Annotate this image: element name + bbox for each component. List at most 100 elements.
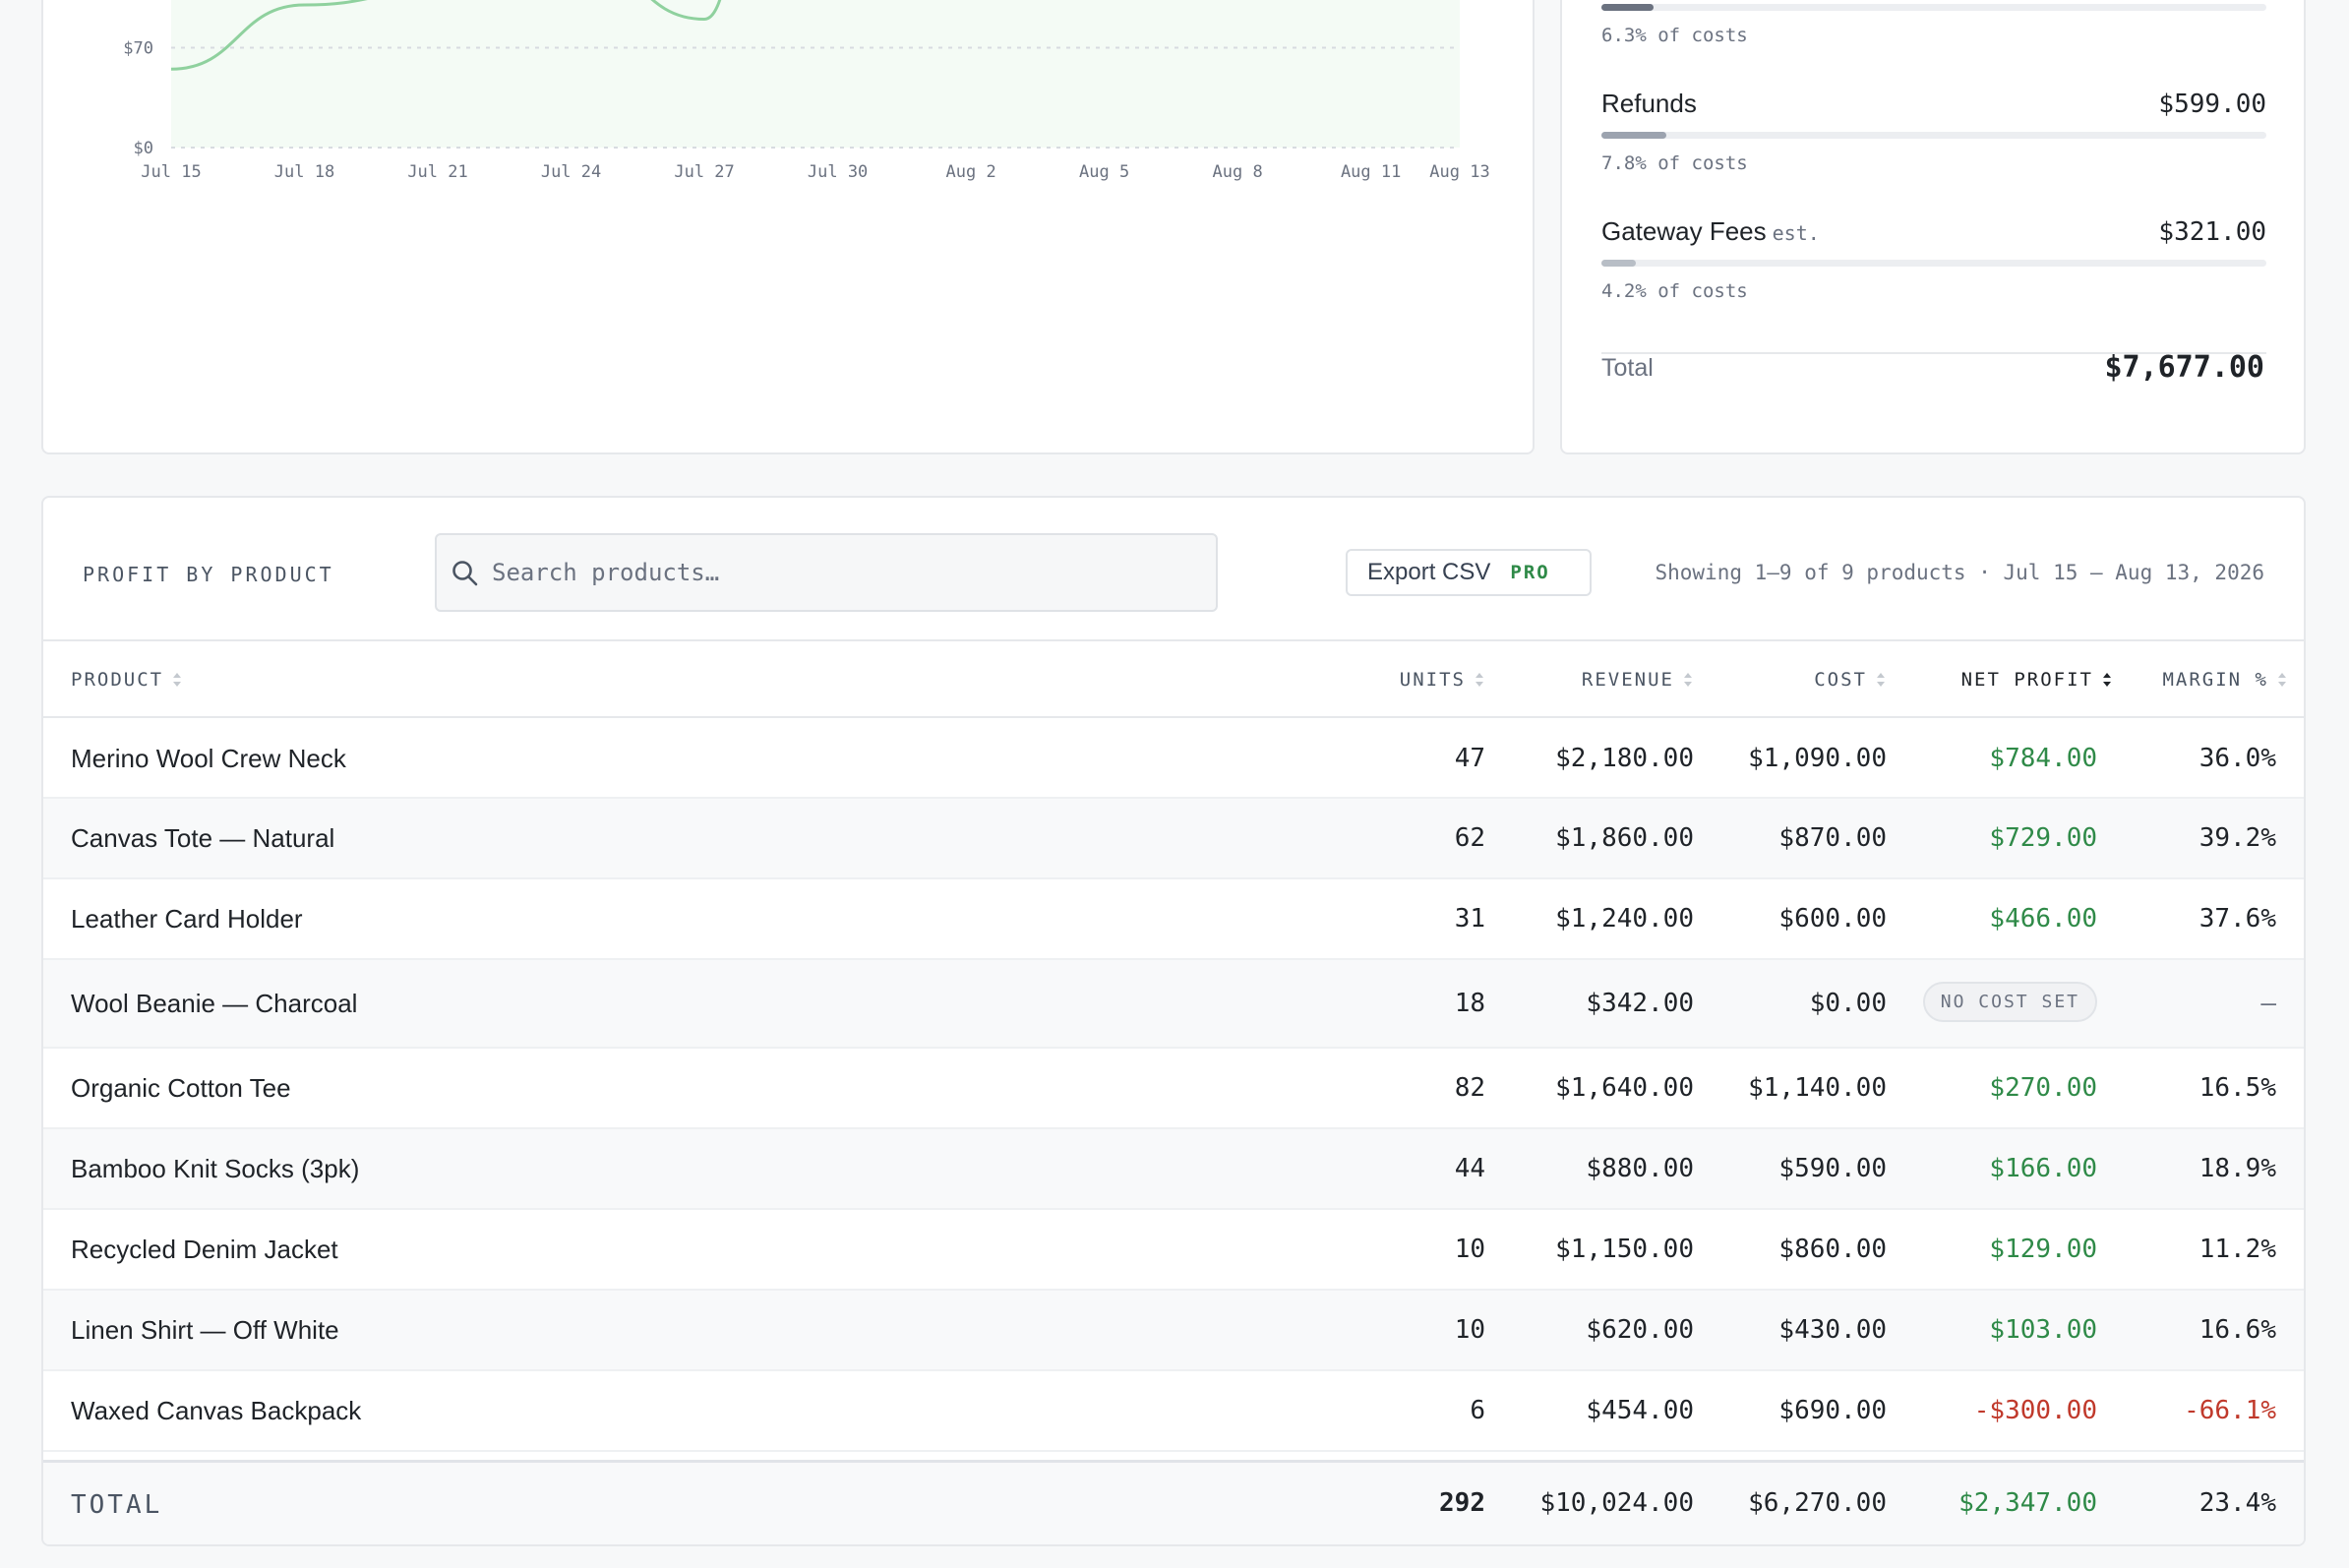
units-cell: 6 bbox=[1470, 1396, 1485, 1425]
export-csv-button[interactable]: Export CSV PRO bbox=[1346, 549, 1592, 596]
profit-by-product-card: PROFIT BY PRODUCT Export CSV PRO Showing… bbox=[41, 496, 2306, 1546]
revenue-cell: $1,640.00 bbox=[1555, 1073, 1694, 1103]
export-csv-label: Export CSV bbox=[1367, 559, 1491, 585]
net-profit-cell: $466.00 bbox=[1989, 904, 2097, 934]
net-profit-cell: $784.00 bbox=[1989, 744, 2097, 773]
net-profit-cell: $729.00 bbox=[1989, 823, 2097, 853]
units-cell: 82 bbox=[1454, 1073, 1485, 1103]
table-row[interactable]: Organic Cotton Tee 82 $1,640.00 $1,140.00 $2… bbox=[43, 1049, 2304, 1129]
margin-cell: 18.9% bbox=[2198, 1154, 2276, 1183]
cost-cell: $690.00 bbox=[1778, 1396, 1887, 1425]
units-cell: 10 bbox=[1454, 1235, 1485, 1264]
cost-percent: 7.8% of costs bbox=[1601, 152, 1748, 174]
margin-cell: -66.1% bbox=[2184, 1396, 2276, 1425]
x-tick-label: Jul 30 bbox=[808, 162, 868, 182]
x-tick-label: Jul 21 bbox=[407, 162, 467, 182]
column-label: REVENUE bbox=[1581, 669, 1674, 691]
table-row[interactable]: Wool Beanie — Charcoal 18 $342.00 $0.00 NO C… bbox=[43, 960, 2304, 1049]
cost-amount: $321.00 bbox=[2158, 217, 2266, 247]
cost-name: Refunds bbox=[1601, 89, 1697, 118]
cost-amount: $599.00 bbox=[2158, 90, 2266, 119]
revenue-cell: $1,150.00 bbox=[1555, 1235, 1694, 1264]
sort-icon bbox=[173, 673, 182, 687]
net-profit-cell: -$300.00 bbox=[1973, 1396, 2097, 1425]
cost-cell: $0.00 bbox=[1809, 989, 1887, 1018]
cost-cell: $1,140.00 bbox=[1748, 1073, 1887, 1103]
cost-item-partial: 6.3% of costs bbox=[1601, 4, 2266, 46]
table-row[interactable]: Waxed Canvas Backpack 6 $454.00 $690.00 -$30… bbox=[43, 1371, 2304, 1452]
total-cost: $6,270.00 bbox=[1748, 1488, 1887, 1518]
units-cell: 10 bbox=[1454, 1315, 1485, 1345]
revenue-cell: $2,180.00 bbox=[1555, 744, 1694, 773]
table-total-row: TOTAL 292 $10,024.00 $6,270.00 $2,347.00… bbox=[43, 1460, 2304, 1544]
total-margin: 23.4% bbox=[2198, 1488, 2276, 1518]
column-header-revenue[interactable]: REVENUE bbox=[1582, 669, 1694, 691]
net-profit-cell: $103.00 bbox=[1989, 1315, 2097, 1345]
x-tick-label: Aug 11 bbox=[1341, 162, 1401, 182]
product-name: Bamboo Knit Socks (3pk) bbox=[71, 1154, 360, 1183]
net-profit-cell: $166.00 bbox=[1989, 1154, 2097, 1183]
cost-cell: $590.00 bbox=[1778, 1154, 1887, 1183]
product-name: Organic Cotton Tee bbox=[71, 1073, 291, 1103]
cost-bar-track bbox=[1601, 260, 2266, 267]
table-row[interactable]: Merino Wool Crew Neck 47 $2,180.00 $1,090.0… bbox=[43, 720, 2304, 799]
search-input[interactable] bbox=[492, 549, 1200, 596]
column-header-cost[interactable]: COST bbox=[1814, 669, 1887, 691]
margin-cell: 37.6% bbox=[2198, 904, 2276, 934]
total-label: TOTAL bbox=[71, 1490, 163, 1520]
search-icon bbox=[452, 561, 478, 586]
costs-breakdown-card: 6.3% of costs Refunds $599.00 7.8% of co… bbox=[1560, 0, 2306, 454]
cost-cell: $430.00 bbox=[1778, 1315, 1887, 1345]
x-tick-label: Aug 8 bbox=[1213, 162, 1263, 182]
x-tick-label: Jul 18 bbox=[274, 162, 334, 182]
cost-bar-track bbox=[1601, 4, 2266, 11]
profit-chart-card: $140$70$0Jul 15Jul 18Jul 21Jul 24Jul 27J… bbox=[41, 0, 1535, 454]
cost-cell: $1,090.00 bbox=[1748, 744, 1887, 773]
cost-cell: $870.00 bbox=[1778, 823, 1887, 853]
margin-cell: 16.5% bbox=[2198, 1073, 2276, 1103]
table-row[interactable]: Leather Card Holder 31 $1,240.00 $600.00 $46… bbox=[43, 879, 2304, 960]
column-header-units[interactable]: UNITS bbox=[1400, 669, 1485, 691]
x-tick-label: Jul 24 bbox=[541, 162, 601, 182]
column-label: PRODUCT bbox=[71, 669, 164, 691]
no-cost-badge[interactable]: NO COST SET bbox=[1922, 982, 2097, 1022]
estimate-tag: est. bbox=[1772, 221, 1820, 245]
revenue-cell: $1,240.00 bbox=[1555, 904, 1694, 934]
x-tick-label: Aug 13 bbox=[1429, 162, 1489, 182]
y-tick-label: $70 bbox=[123, 39, 153, 59]
column-header-margin[interactable]: MARGIN % bbox=[2162, 669, 2288, 691]
revenue-cell: $1,860.00 bbox=[1555, 823, 1694, 853]
column-label: COST bbox=[1814, 669, 1867, 691]
column-header-net-profit[interactable]: NET PROFIT bbox=[1961, 669, 2113, 691]
column-header-product[interactable]: PRODUCT bbox=[71, 669, 183, 691]
x-tick-label: Jul 15 bbox=[141, 162, 201, 182]
column-label: NET PROFIT bbox=[1960, 669, 2093, 691]
search-box[interactable] bbox=[435, 533, 1218, 612]
margin-cell: 11.2% bbox=[2198, 1235, 2276, 1264]
units-cell: 47 bbox=[1454, 744, 1485, 773]
cost-bar-fill bbox=[1601, 260, 1637, 267]
cost-item-refunds: Refunds $599.00 7.8% of costs bbox=[1601, 89, 2266, 174]
table-row[interactable]: Linen Shirt — Off White 10 $620.00 $430.00 $… bbox=[43, 1291, 2304, 1371]
costs-total-label: Total bbox=[1601, 354, 1654, 382]
table-row[interactable]: Recycled Denim Jacket 10 $1,150.00 $860.00 $… bbox=[43, 1210, 2304, 1291]
y-tick-label: $0 bbox=[134, 139, 153, 158]
table-row[interactable]: Bamboo Knit Socks (3pk) 44 $880.00 $590.00 $… bbox=[43, 1129, 2304, 1210]
margin-cell: 36.0% bbox=[2198, 744, 2276, 773]
revenue-cell: $454.00 bbox=[1586, 1396, 1694, 1425]
revenue-cell: $880.00 bbox=[1586, 1154, 1694, 1183]
total-units: 292 bbox=[1439, 1488, 1485, 1518]
revenue-cell: $342.00 bbox=[1586, 989, 1694, 1018]
x-tick-label: Aug 5 bbox=[1079, 162, 1129, 182]
sort-icon bbox=[1476, 673, 1483, 687]
product-name: Linen Shirt — Off White bbox=[71, 1315, 339, 1345]
product-name: Canvas Tote — Natural bbox=[71, 823, 335, 853]
profit-chart: $140$70$0Jul 15Jul 18Jul 21Jul 24Jul 27J… bbox=[123, 0, 1490, 182]
costs-total-value: $7,677.00 bbox=[2104, 350, 2264, 385]
table-row[interactable]: Canvas Tote — Natural 62 $1,860.00 $870.00 $… bbox=[43, 799, 2304, 879]
cost-bar-fill bbox=[1601, 4, 1655, 11]
showing-summary: Showing 1–9 of 9 products · Jul 15 – Aug… bbox=[1655, 561, 2264, 584]
units-cell: 18 bbox=[1454, 989, 1485, 1018]
product-name: Merino Wool Crew Neck bbox=[71, 744, 346, 773]
total-revenue: $10,024.00 bbox=[1539, 1488, 1694, 1518]
